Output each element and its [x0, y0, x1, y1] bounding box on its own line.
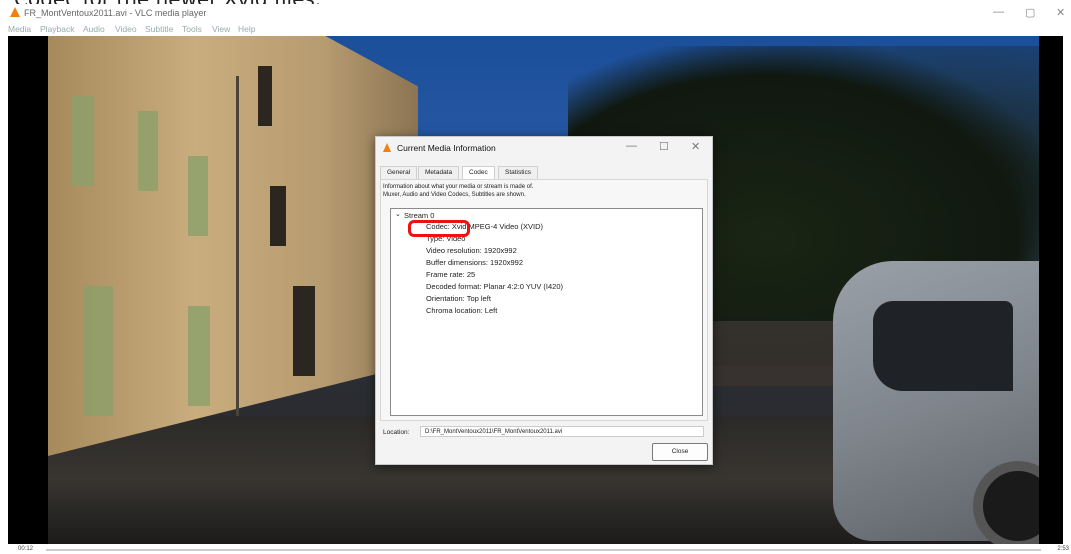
tab-codec[interactable]: Codec	[462, 166, 495, 180]
video-shutter	[188, 156, 208, 236]
menu-subtitle[interactable]: Subtitle	[145, 24, 173, 34]
tab-metadata[interactable]: Metadata	[418, 166, 460, 179]
close-window-button[interactable]: ✕	[1056, 6, 1065, 19]
dialog-minimize-button[interactable]: —	[626, 140, 637, 152]
location-field[interactable]: D:\FR_MontVentoux2011\FR_MontVentoux2011…	[420, 426, 704, 437]
video-letterbox-left	[8, 36, 48, 544]
menu-audio[interactable]: Audio	[83, 24, 105, 34]
video-window	[258, 66, 272, 126]
stream-video-resolution: Video resolution: 1920x992	[426, 246, 517, 255]
stream-orientation: Orientation: Top left	[426, 294, 491, 303]
video-letterbox-right	[1039, 36, 1063, 544]
stream-label[interactable]: Stream 0	[404, 211, 434, 220]
codec-description-line: Information about what your media or str…	[383, 184, 534, 190]
tab-general[interactable]: General	[380, 166, 418, 179]
stream-frame-rate: Frame rate: 25	[426, 270, 476, 279]
menu-media[interactable]: Media	[8, 24, 31, 34]
video-doorway	[293, 286, 315, 376]
stream-buffer-dimensions: Buffer dimensions: 1920x992	[426, 258, 524, 267]
vlc-cone-icon	[383, 143, 391, 152]
vlc-cone-icon	[10, 7, 20, 17]
video-lamp-post	[236, 76, 239, 416]
video-shutter	[138, 111, 158, 191]
codec-panel: Information about what your media or str…	[380, 179, 708, 421]
dialog-close-icon[interactable]: ✕	[691, 140, 700, 153]
codec-highlight-annotation	[408, 220, 470, 237]
maximize-button[interactable]: ▢	[1025, 6, 1035, 19]
window-titlebar: FR_MontVentoux2011.avi - VLC media playe…	[0, 4, 1071, 22]
menu-playback[interactable]: Playback	[40, 24, 75, 34]
stream-chroma-location: Chroma location: Left	[426, 306, 498, 315]
menu-video[interactable]: Video	[115, 24, 137, 34]
tab-statistics[interactable]: Statistics	[498, 166, 539, 179]
menu-help[interactable]: Help	[238, 24, 255, 34]
video-window	[270, 186, 286, 246]
seek-slider[interactable]	[46, 549, 1041, 551]
media-info-dialog: Current Media Information — ☐ ✕ General …	[375, 136, 713, 465]
video-building	[48, 36, 418, 456]
stream-decoded-format: Decoded format: Planar 4:2:0 YUV (I420)	[426, 282, 564, 291]
video-shutter	[72, 96, 94, 186]
elapsed-time: 00:12	[18, 546, 34, 552]
menu-view[interactable]: View	[212, 24, 230, 34]
video-shutter	[188, 306, 210, 406]
window-title: FR_MontVentoux2011.avi - VLC media playe…	[24, 8, 207, 18]
dialog-maximize-button[interactable]: ☐	[659, 140, 669, 153]
video-frame[interactable]: Current Media Information — ☐ ✕ General …	[8, 36, 1063, 544]
total-time: 2:53	[1057, 546, 1069, 552]
close-button[interactable]: Close	[652, 443, 708, 461]
menu-tools[interactable]: Tools	[182, 24, 202, 34]
video-car	[833, 261, 1063, 544]
seek-bar: 00:12 2:53	[0, 544, 1071, 554]
codec-description-line: Muxer, Audio and Video Codecs, Subtitles…	[383, 191, 526, 198]
location-label: Location:	[383, 429, 410, 436]
minimize-button[interactable]: —	[993, 6, 1004, 18]
dialog-title: Current Media Information	[397, 143, 496, 153]
video-shutter	[83, 286, 113, 416]
codec-description: Information about what your media or str…	[383, 184, 533, 199]
video-car-window	[873, 301, 1013, 391]
stream-tree[interactable]: ⌄ Stream 0 Codec: Xvid MPEG-4 Video (XVI…	[390, 208, 703, 416]
chevron-down-icon[interactable]: ⌄	[395, 210, 401, 218]
